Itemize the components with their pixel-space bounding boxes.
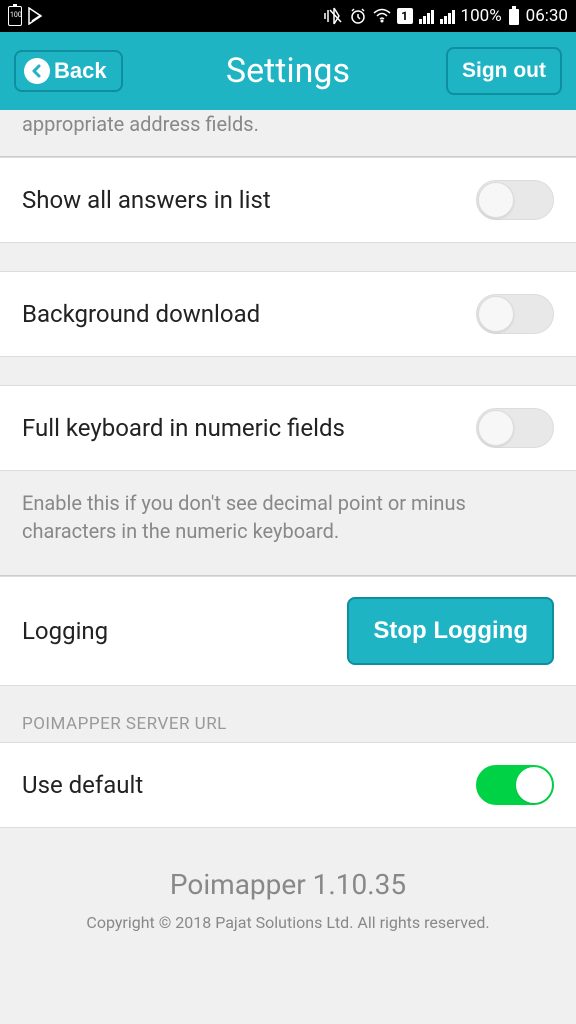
server-url-section-header: POIMAPPER SERVER URL [0, 686, 576, 742]
app-header: Back Settings Sign out [0, 32, 576, 110]
signal-icon-2 [440, 8, 455, 24]
signout-button[interactable]: Sign out [446, 47, 562, 95]
copyright: Copyright © 2018 Pajat Solutions Ltd. Al… [20, 913, 556, 932]
vibrate-icon [323, 7, 343, 25]
settings-content[interactable]: appropriate address fields. Show all ans… [0, 110, 576, 1024]
use-default-toggle[interactable] [476, 765, 554, 805]
alarm-icon [349, 7, 367, 25]
bg-download-label: Background download [22, 300, 260, 328]
signal-icon-1 [419, 8, 434, 24]
show-answers-label: Show all answers in list [22, 186, 271, 214]
status-bar: 100 1 100% 06:30 [0, 0, 576, 32]
stop-logging-button[interactable]: Stop Logging [347, 597, 554, 665]
use-default-row[interactable]: Use default [0, 742, 576, 828]
logging-label: Logging [22, 617, 108, 645]
wifi-icon [373, 8, 391, 24]
status-right: 1 100% 06:30 [323, 6, 568, 26]
show-answers-toggle[interactable] [476, 180, 554, 220]
full-keyboard-label: Full keyboard in numeric fields [22, 414, 345, 442]
footer: Poimapper 1.10.35 Copyright © 2018 Pajat… [0, 828, 576, 952]
logging-row: Logging Stop Logging [0, 576, 576, 686]
app-version: Poimapper 1.10.35 [20, 868, 556, 901]
clock: 06:30 [526, 6, 568, 26]
partial-description: appropriate address fields. [0, 110, 576, 157]
battery-icon [508, 6, 520, 26]
back-label: Back [54, 58, 107, 84]
chevron-left-icon [24, 58, 50, 84]
full-keyboard-toggle[interactable] [476, 408, 554, 448]
full-keyboard-row[interactable]: Full keyboard in numeric fields [0, 385, 576, 471]
back-button[interactable]: Back [14, 50, 123, 92]
battery-percent: 100% [461, 6, 502, 26]
show-answers-row[interactable]: Show all answers in list [0, 157, 576, 243]
bg-download-row[interactable]: Background download [0, 271, 576, 357]
keyboard-help-text: Enable this if you don't see decimal poi… [0, 471, 576, 576]
page-title: Settings [226, 51, 350, 91]
status-left: 100 [8, 6, 44, 26]
battery-small-icon: 100 [8, 6, 22, 26]
use-default-label: Use default [22, 771, 143, 799]
sim-icon: 1 [397, 8, 413, 24]
play-store-icon [28, 7, 44, 25]
bg-download-toggle[interactable] [476, 294, 554, 334]
